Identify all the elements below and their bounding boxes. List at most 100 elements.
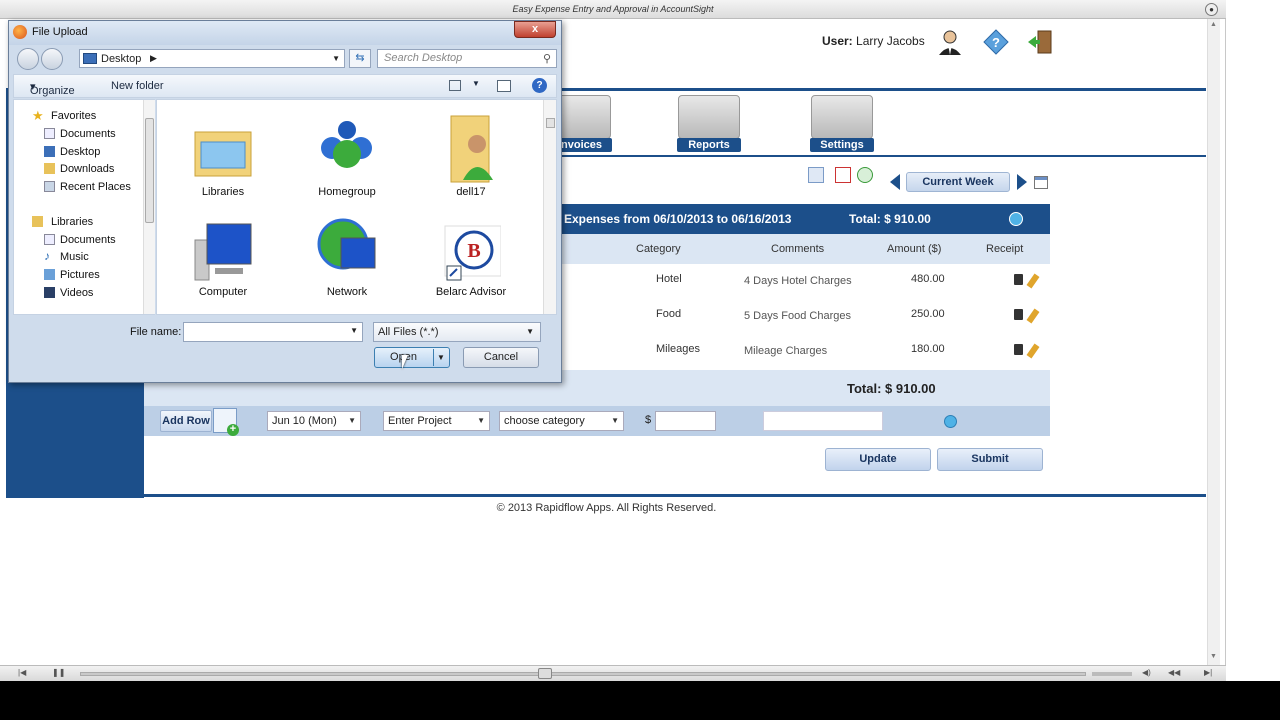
search-icon[interactable]: ⚲ [543,51,551,68]
svg-text:B: B [467,240,480,262]
rewind-icon[interactable]: |◀ [18,668,26,677]
right-margin [1226,0,1280,681]
nav-scrollbar[interactable] [143,100,155,314]
back-icon[interactable] [17,48,39,70]
preview-pane-icon[interactable] [497,80,511,92]
organize-menu[interactable]: Organize ▾ [30,80,75,97]
nav-lib-documents[interactable]: Documents [60,234,116,246]
chevron-right-icon[interactable]: ▶ [150,50,157,67]
tab-settings-label: Settings [810,138,874,152]
nav-pictures[interactable]: Pictures [60,269,100,281]
nav-downloads[interactable]: Downloads [60,163,114,175]
file-item-homegroup[interactable]: Homegroup [297,108,397,200]
view-icon[interactable] [449,80,461,91]
search-input[interactable]: Search Desktop ⚲ [377,49,557,68]
attach-all-icon[interactable] [1009,212,1023,226]
pause-icon[interactable]: ❚❚ [52,668,65,677]
nav-recent-places[interactable]: Recent Places [60,181,131,193]
dialog-close-button[interactable]: x [514,21,556,38]
col-receipt: Receipt [986,243,1024,255]
file-item-dell17[interactable]: dell17 [421,108,521,200]
currency-symbol: $ [645,414,652,426]
amount-input[interactable] [655,411,716,431]
forward-icon[interactable] [41,48,63,70]
edit-icon[interactable] [1026,343,1040,359]
scroll-down-icon[interactable]: ▼ [1210,653,1217,660]
export-excel-icon[interactable] [857,167,873,183]
nav-favorites[interactable]: Favorites [51,110,96,122]
refresh-icon[interactable]: ⇆ [349,49,371,68]
nav-libraries[interactable]: Libraries [51,216,93,228]
prev-week-icon[interactable] [890,174,900,190]
dialog-nav-row: Desktop ▶ ▼ ⇆ Search Desktop ⚲ [13,47,557,71]
volume-icon[interactable]: ◀) [1142,668,1151,677]
next-week-icon[interactable] [1017,174,1027,190]
nav-desktop[interactable]: Desktop [60,146,100,158]
file-label: dell17 [456,186,486,198]
submit-button[interactable]: Submit [937,448,1043,471]
file-type-select[interactable]: All Files (*.*) ▼ [373,322,541,342]
new-folder-button[interactable]: New folder [111,80,164,92]
delete-icon[interactable] [1014,309,1023,320]
edit-icon[interactable] [1026,273,1040,289]
file-scroll-thumb[interactable] [546,118,555,128]
file-scrollbar[interactable] [543,100,556,314]
nav-videos[interactable]: Videos [60,287,93,299]
open-options-icon[interactable]: ▼ [437,348,445,367]
update-button[interactable]: Update [825,448,931,471]
edit-icon[interactable] [1026,308,1040,324]
user-info: User: Larry Jacobs [822,34,925,48]
chevron-down-icon[interactable]: ▼ [332,50,340,67]
pdf-icon[interactable] [835,167,851,183]
downloads-icon [44,163,55,174]
date-select[interactable]: Jun 10 (Mon) ▼ [267,411,361,431]
seek-handle[interactable] [538,668,552,679]
window-close-icon[interactable]: ● [1205,3,1218,16]
calendar-icon[interactable] [1034,176,1048,189]
nav-scroll-thumb[interactable] [145,118,154,223]
vertical-scrollbar[interactable]: ▲ ▼ [1207,19,1220,665]
chevron-down-icon[interactable]: ▼ [350,326,358,335]
player-controls: |◀ ❚❚ ◀) ◀◀ ▶| [0,665,1226,681]
file-item-belarc-advisor[interactable]: B Belarc Advisor [421,208,521,300]
user-profile-icon[interactable] [936,28,964,56]
tab-settings[interactable]: Settings [810,95,874,153]
file-item-network[interactable]: Network [297,208,397,300]
file-label: Computer [198,286,248,298]
file-label: Homegroup [318,186,376,198]
scroll-up-icon[interactable]: ▲ [1210,21,1217,28]
help-icon[interactable]: ? [532,78,547,93]
comment-input[interactable] [763,411,883,431]
attach-receipt-icon[interactable] [944,415,957,428]
seek-bar[interactable] [80,672,1086,676]
copy-icon[interactable] [808,167,824,183]
chevron-down-icon: ▼ [348,416,356,425]
current-week-button[interactable]: Current Week [906,172,1010,192]
project-select[interactable]: Enter Project ▼ [383,411,490,431]
add-row-icon[interactable] [213,408,239,436]
skip-back-icon[interactable]: ◀◀ [1168,668,1180,677]
help-icon[interactable]: ? [982,28,1010,56]
view-dropdown-icon[interactable]: ▼ [472,79,480,88]
logout-icon[interactable] [1026,28,1054,56]
delete-icon[interactable] [1014,344,1023,355]
dialog-toolbar: Organize ▾ New folder ▼ ? [13,74,557,98]
skip-end-icon[interactable]: ▶| [1204,668,1212,677]
nav-documents[interactable]: Documents [60,128,116,140]
cancel-button[interactable]: Cancel [463,347,539,368]
organize-label: Organize [30,85,75,97]
nav-music[interactable]: Music [60,251,89,263]
address-bar[interactable]: Desktop ▶ ▼ [79,49,345,68]
header-total: Total: $ 910.00 [849,212,931,226]
category-select[interactable]: choose category ▼ [499,411,624,431]
add-row-button[interactable]: Add Row [160,410,212,432]
firefox-icon [13,25,27,39]
delete-icon[interactable] [1014,274,1023,285]
tab-reports[interactable]: Reports [677,95,741,153]
file-item-libraries[interactable]: Libraries [173,108,273,200]
chevron-down-icon: ▼ [526,327,534,336]
search-placeholder: Search Desktop [384,52,463,64]
volume-slider[interactable] [1092,672,1132,676]
file-item-computer[interactable]: Computer [173,208,273,300]
file-name-input[interactable]: ▼ [183,322,363,342]
